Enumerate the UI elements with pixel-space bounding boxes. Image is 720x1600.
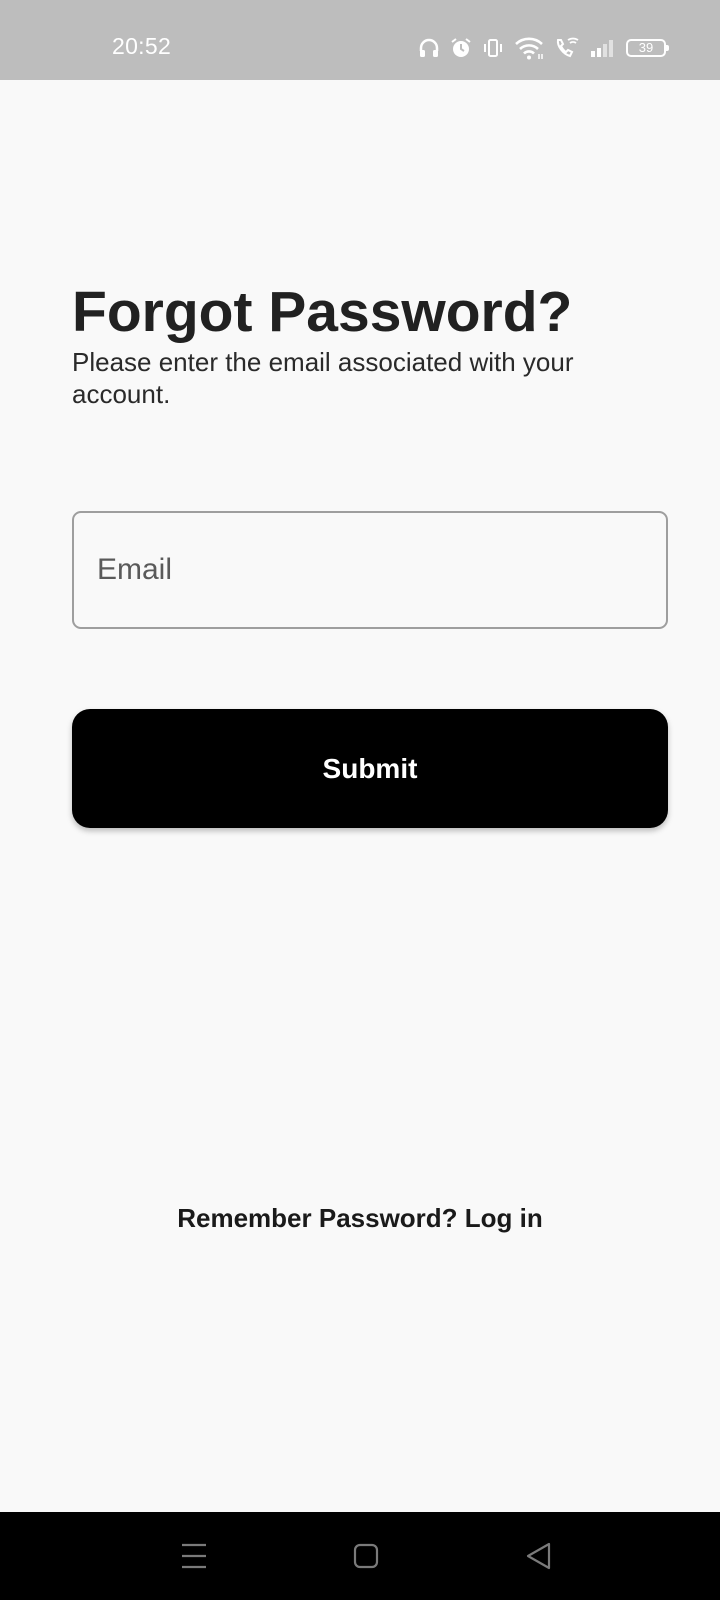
back-icon	[526, 1542, 551, 1570]
status-bar: 20:52 39	[0, 0, 720, 80]
status-icons: 39	[418, 34, 669, 62]
menu-button[interactable]	[154, 1512, 234, 1600]
home-icon	[353, 1543, 379, 1569]
back-button[interactable]	[498, 1512, 578, 1600]
navigation-bar	[0, 1512, 720, 1600]
login-link[interactable]: Remember Password? Log in	[0, 1200, 720, 1236]
page-title: Forgot Password?	[72, 280, 573, 344]
submit-button[interactable]: Submit	[72, 709, 668, 828]
battery-icon: 39	[626, 39, 669, 57]
status-time: 20:52	[112, 33, 172, 59]
wifi-icon	[515, 37, 543, 60]
home-button[interactable]	[326, 1512, 406, 1600]
menu-icon	[182, 1543, 206, 1569]
wifi-calling-icon	[556, 37, 579, 58]
email-field[interactable]	[72, 511, 668, 629]
signal-icon	[591, 40, 613, 57]
alarm-icon	[451, 38, 471, 57]
vibrate-icon	[484, 39, 502, 57]
page-subtitle: Please enter the email associated with y…	[72, 347, 574, 409]
headphones-icon	[419, 38, 439, 57]
